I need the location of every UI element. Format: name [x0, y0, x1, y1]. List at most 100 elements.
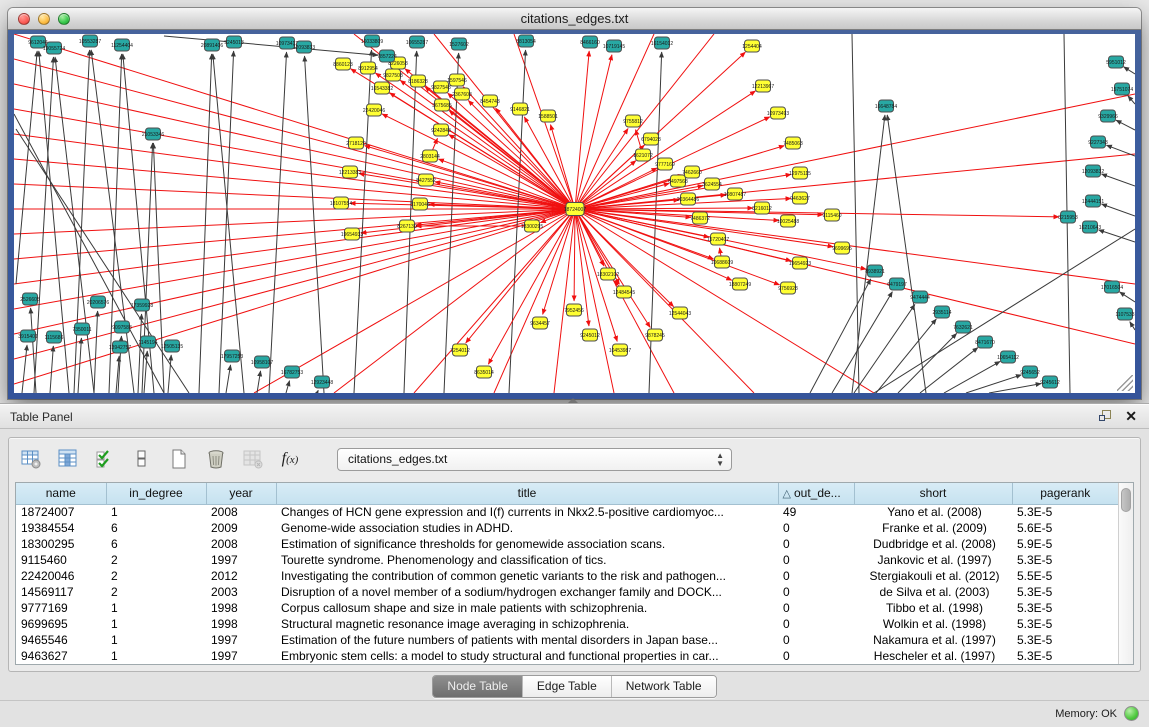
network-node[interactable]: 7254012 — [450, 344, 470, 356]
network-node[interactable]: 9146821 — [510, 103, 530, 115]
table-cell[interactable]: 2 — [106, 552, 206, 568]
close-panel-icon[interactable]: ✕ — [1125, 409, 1137, 424]
network-node[interactable]: 8912954 — [358, 62, 378, 74]
network-node[interactable]: 8170044 — [410, 198, 430, 210]
table-cell[interactable]: 2 — [106, 568, 206, 584]
table-cell[interactable]: Estimation of the future numbers of pati… — [276, 632, 778, 648]
network-node[interactable]: 9242848 — [431, 124, 451, 136]
network-node[interactable]: 20206576 — [87, 296, 109, 308]
table-cell[interactable]: 19384554 — [16, 520, 106, 536]
table-row[interactable]: 1456911722003Disruption of a novel membe… — [16, 584, 1118, 600]
table-cell[interactable]: 2009 — [206, 520, 276, 536]
network-node[interactable]: 12444151 — [1082, 195, 1104, 207]
tab-node-table[interactable]: Node Table — [433, 676, 522, 697]
column-header-in_degree[interactable]: in_degree — [106, 483, 206, 504]
network-node[interactable]: 8471670 — [975, 336, 995, 348]
network-node[interactable]: 16782753 — [281, 366, 303, 378]
network-node[interactable]: 1254404 — [742, 40, 762, 52]
network-node[interactable]: 8267130 — [397, 220, 417, 232]
network-node[interactable]: 12505135 — [161, 340, 183, 352]
network-node[interactable]: 2526605 — [20, 293, 40, 305]
table-cell[interactable]: Changes of HCN gene expression and I(f) … — [276, 504, 778, 520]
table-row[interactable]: 969969511998Structural magnetic resonanc… — [16, 616, 1118, 632]
network-node[interactable]: 9634457 — [530, 317, 550, 329]
network-node[interactable]: 9245013 — [224, 36, 244, 48]
table-cell[interactable]: 22420046 — [16, 568, 106, 584]
table-cell[interactable]: Hescheler et al. (1997) — [854, 648, 1012, 664]
table-scrollbar[interactable] — [1118, 483, 1133, 664]
table-cell[interactable]: 1 — [106, 600, 206, 616]
table-cell[interactable]: 5.3E-5 — [1012, 504, 1118, 520]
table-cell[interactable]: Tibbo et al. (1998) — [854, 600, 1012, 616]
table-row[interactable]: 1830029562008Estimation of significance … — [16, 536, 1118, 552]
function-builder-icon[interactable]: f(x) — [278, 447, 302, 471]
network-node[interactable]: 8454743 — [480, 95, 500, 107]
network-node[interactable]: 12213383 — [339, 166, 361, 178]
network-node[interactable]: 9227343 — [1088, 136, 1108, 148]
network-node[interactable]: 10453987 — [609, 344, 631, 356]
network-node[interactable]: 19654923 — [789, 257, 811, 269]
network-node[interactable]: 7632621 — [953, 321, 973, 333]
network-node[interactable]: 10807487 — [724, 188, 746, 200]
network-node[interactable]: 18300295 — [521, 220, 543, 232]
network-node[interactable]: 3675685 — [432, 99, 452, 111]
table-cell[interactable]: 1 — [106, 504, 206, 520]
network-node[interactable]: 12213967 — [752, 80, 774, 92]
table-cell[interactable]: 5.3E-5 — [1012, 600, 1118, 616]
network-node[interactable]: 8813054 — [516, 35, 536, 47]
network-node[interactable]: 1597546 — [447, 74, 467, 86]
table-row[interactable]: 2242004622012Investigating the contribut… — [16, 568, 1118, 584]
table-cell[interactable]: 1997 — [206, 648, 276, 664]
table-cell[interactable]: 0 — [778, 536, 854, 552]
table-cell[interactable]: 5.3E-5 — [1012, 632, 1118, 648]
table-cell[interactable]: 1997 — [206, 552, 276, 568]
network-node[interactable]: 5951012 — [1106, 56, 1126, 68]
network-node[interactable]: 9777169 — [655, 158, 675, 170]
table-cell[interactable]: Nakamura et al. (1997) — [854, 632, 1012, 648]
table-cell[interactable]: Jankovic et al. (1997) — [854, 552, 1012, 568]
network-node[interactable]: 8186328 — [408, 75, 428, 87]
network-node[interactable]: 10025488 — [777, 215, 799, 227]
network-node[interactable]: 7485063 — [783, 137, 803, 149]
network-node[interactable]: 9245612 — [1040, 376, 1060, 388]
network-node[interactable]: 8938921 — [865, 265, 885, 277]
network-node[interactable]: 12923448 — [311, 376, 333, 388]
table-cell[interactable]: 0 — [778, 648, 854, 664]
table-cell[interactable]: 18300295 — [16, 536, 106, 552]
table-cell[interactable]: Corpus callosum shape and size in male p… — [276, 600, 778, 616]
network-node[interactable]: 3915401 — [18, 330, 38, 342]
network-node[interactable]: 9097588 — [112, 321, 132, 333]
window-titlebar[interactable]: citations_edges.txt — [8, 8, 1141, 30]
table-row[interactable]: 946362711997Embryonic stem cells: a mode… — [16, 648, 1118, 664]
network-node[interactable]: 6479197 — [887, 278, 907, 290]
network-node[interactable]: 10973493 — [767, 107, 789, 119]
table-cell[interactable]: 2003 — [206, 584, 276, 600]
table-cell[interactable]: 9115460 — [16, 552, 106, 568]
table-settings-icon[interactable] — [19, 447, 43, 471]
table-cell[interactable]: 2008 — [206, 504, 276, 520]
table-cell[interactable]: 0 — [778, 568, 854, 584]
column-header-year[interactable]: year — [206, 483, 276, 504]
network-node[interactable]: 9756928 — [778, 282, 798, 294]
network-node[interactable]: 7486372 — [690, 212, 710, 224]
network-node[interactable]: 17016504 — [1101, 281, 1123, 293]
network-node[interactable]: 7952456 — [564, 304, 584, 316]
network-node[interactable]: 7857224 — [377, 50, 397, 62]
network-node[interactable]: 9245012 — [580, 329, 600, 341]
table-cell[interactable]: 5.3E-5 — [1012, 616, 1118, 632]
table-cell[interactable]: 49 — [778, 504, 854, 520]
table-cell[interactable]: 1998 — [206, 616, 276, 632]
table-cell[interactable]: 2008 — [206, 536, 276, 552]
network-node[interactable]: 19055724 — [43, 42, 65, 54]
network-node[interactable]: 7462660 — [682, 166, 702, 178]
network-node[interactable]: 1145194 — [138, 336, 157, 348]
table-cell[interactable]: 9699695 — [16, 616, 106, 632]
network-node[interactable]: 8216012 — [752, 202, 772, 214]
table-cell[interactable]: 0 — [778, 552, 854, 568]
column-header-pagerank[interactable]: pagerank — [1012, 483, 1118, 504]
table-cell[interactable]: 5.3E-5 — [1012, 648, 1118, 664]
table-cell[interactable]: Disruption of a novel member of a sodium… — [276, 584, 778, 600]
table-cell[interactable]: 0 — [778, 520, 854, 536]
table-cell[interactable]: 5.9E-5 — [1012, 536, 1118, 552]
column-header-out_de[interactable]: △out_de... — [778, 483, 854, 504]
